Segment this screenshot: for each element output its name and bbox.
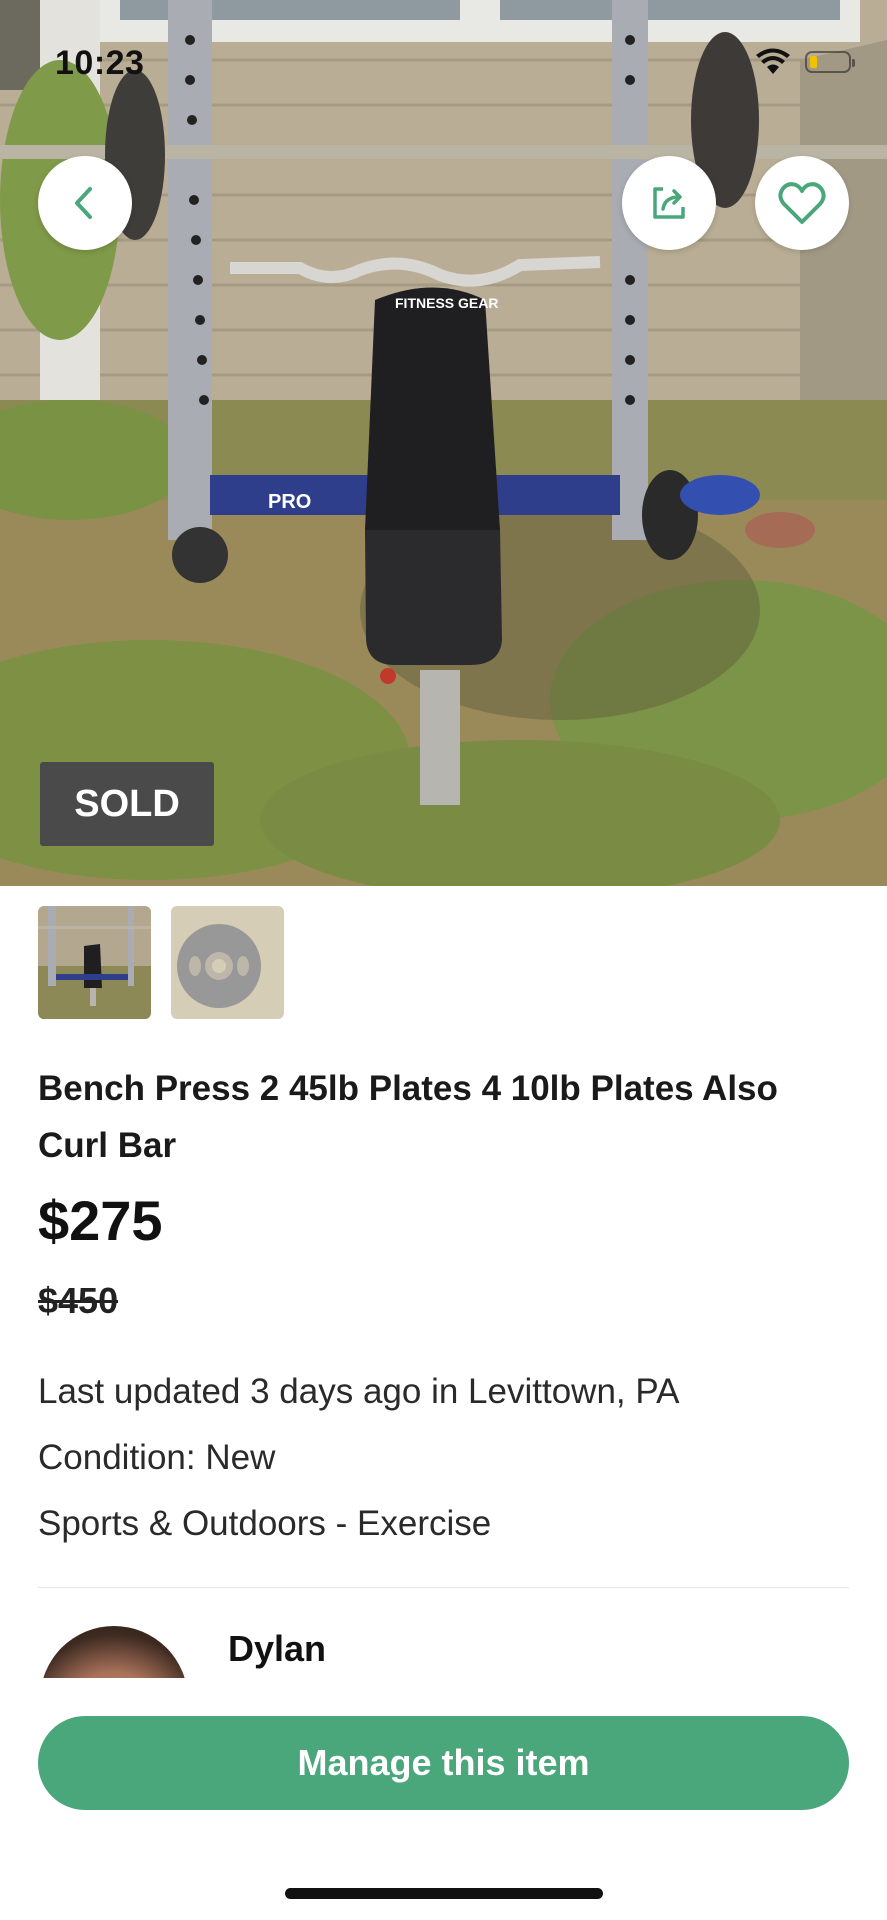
listing-price: $275 <box>38 1189 163 1252</box>
svg-text:FITNESS GEAR: FITNESS GEAR <box>395 295 498 311</box>
category[interactable]: Sports & Outdoors - Exercise <box>38 1504 491 1544</box>
listing-photo[interactable]: PRO FITNESS GEAR 10:23 SOLD <box>0 0 887 886</box>
condition: Condition: New <box>38 1438 276 1477</box>
favorite-button[interactable] <box>755 156 849 250</box>
status-icons <box>755 48 855 76</box>
thumbnail-plate[interactable] <box>171 906 284 1019</box>
original-price: $450 <box>38 1280 119 1321</box>
listing-photo-image: PRO FITNESS GEAR <box>0 0 887 886</box>
seller-name[interactable]: Dylan <box>228 1628 326 1670</box>
sold-badge: SOLD <box>40 762 214 846</box>
listing-title: Bench Press 2 45lb Plates 4 10lb Plates … <box>38 1069 778 1165</box>
divider <box>38 1587 849 1588</box>
manage-item-button[interactable]: Manage this item <box>38 1716 849 1810</box>
svg-text:PRO: PRO <box>268 491 311 513</box>
seller-avatar[interactable] <box>40 1626 188 1678</box>
thumbnail-bench[interactable] <box>38 906 151 1019</box>
wifi-icon <box>756 48 790 74</box>
battery-icon <box>805 51 855 73</box>
thumbnail-plate-image <box>171 906 284 1019</box>
share-button[interactable] <box>622 156 716 250</box>
heart-icon <box>778 182 826 224</box>
home-indicator <box>285 1888 603 1899</box>
chevron-left-icon <box>75 187 92 219</box>
back-button[interactable] <box>38 156 132 250</box>
status-time: 10:23 <box>55 44 145 82</box>
thumbnail-strip <box>38 906 284 1019</box>
share-icon <box>653 187 685 219</box>
thumbnail-bench-image <box>38 906 151 1019</box>
last-updated: Last updated 3 days ago in Levittown, PA <box>38 1372 680 1411</box>
